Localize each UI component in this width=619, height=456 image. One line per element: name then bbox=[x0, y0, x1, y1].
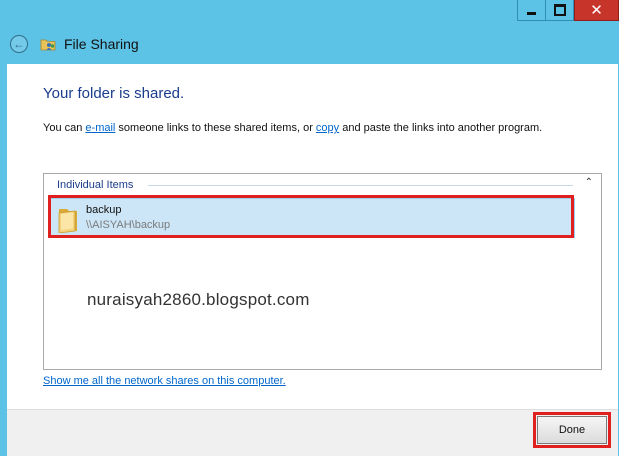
minimize-icon bbox=[527, 11, 536, 15]
done-highlight-box bbox=[533, 412, 611, 448]
share-description: You can e-mail someone links to these sh… bbox=[43, 122, 542, 134]
content-panel: Your folder is shared. You can e-mail so… bbox=[7, 64, 618, 409]
shared-items-list[interactable]: Individual Items ⌃ backup \\AISYAH\backu… bbox=[43, 173, 602, 370]
minimize-button[interactable] bbox=[517, 0, 546, 21]
back-button[interactable]: ← bbox=[10, 35, 28, 53]
bottom-bar bbox=[7, 409, 618, 456]
item-highlight-box bbox=[48, 195, 574, 238]
watermark-text: nuraisyah2860.blogspot.com bbox=[87, 290, 310, 309]
desc-text-2: someone links to these shared items, or bbox=[115, 122, 316, 134]
close-button[interactable]: ✕ bbox=[574, 0, 619, 21]
close-icon: ✕ bbox=[590, 0, 603, 19]
copy-link[interactable]: copy bbox=[316, 122, 339, 134]
maximize-button[interactable] bbox=[546, 0, 574, 21]
group-divider bbox=[148, 185, 573, 186]
collapse-group-icon[interactable]: ⌃ bbox=[585, 177, 593, 188]
file-sharing-icon bbox=[40, 39, 56, 51]
email-link[interactable]: e-mail bbox=[85, 122, 115, 134]
back-arrow-icon: ← bbox=[13, 37, 25, 51]
maximize-icon bbox=[553, 4, 566, 16]
desc-text-3: and paste the links into another program… bbox=[339, 122, 543, 134]
group-header: Individual Items bbox=[57, 179, 134, 191]
window-title: File Sharing bbox=[64, 36, 139, 52]
file-sharing-window: ✕ ← File Sharing Your folder is shared. … bbox=[0, 0, 619, 456]
page-heading: Your folder is shared. bbox=[43, 85, 185, 102]
network-shares-link[interactable]: Show me all the network shares on this c… bbox=[43, 375, 286, 387]
desc-text-1: You can bbox=[43, 122, 86, 134]
